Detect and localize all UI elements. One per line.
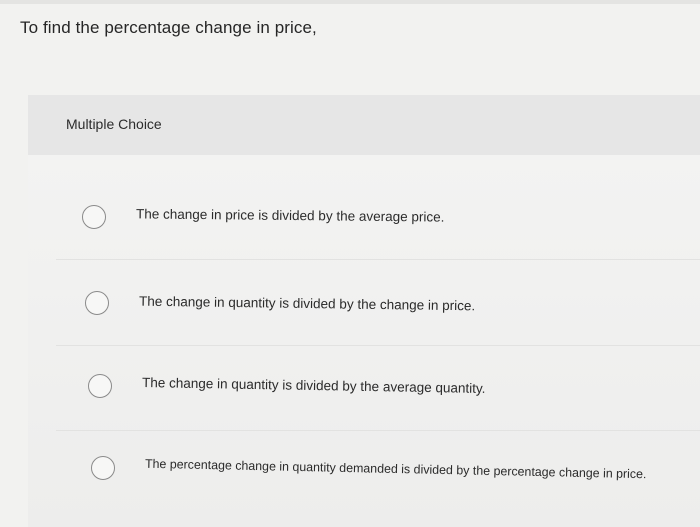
radio-button-option-2[interactable] <box>85 291 109 315</box>
radio-button-option-3[interactable] <box>88 374 112 398</box>
option-1[interactable]: The change in price is divided by the av… <box>28 182 700 252</box>
question-text: To find the percentage change in price, <box>20 18 317 37</box>
option-2[interactable]: The change in quantity is divided by the… <box>28 268 700 338</box>
option-2-text[interactable]: The change in quantity is divided by the… <box>139 294 475 314</box>
options-list: The change in price is divided by the av… <box>28 155 700 527</box>
option-1-text[interactable]: The change in price is divided by the av… <box>136 206 445 224</box>
option-3[interactable]: The change in quantity is divided by the… <box>28 351 700 421</box>
top-border <box>0 0 700 4</box>
option-divider <box>56 430 700 431</box>
multiple-choice-header: Multiple Choice <box>28 95 700 155</box>
option-4[interactable]: The percentage change in quantity demand… <box>28 433 700 503</box>
multiple-choice-label: Multiple Choice <box>66 116 162 132</box>
radio-button-option-1[interactable] <box>82 205 106 229</box>
option-3-text[interactable]: The change in quantity is divided by the… <box>142 375 486 396</box>
option-divider <box>56 259 700 260</box>
option-4-text[interactable]: The percentage change in quantity demand… <box>145 457 647 481</box>
option-divider <box>56 345 700 346</box>
radio-button-option-4[interactable] <box>91 456 115 480</box>
